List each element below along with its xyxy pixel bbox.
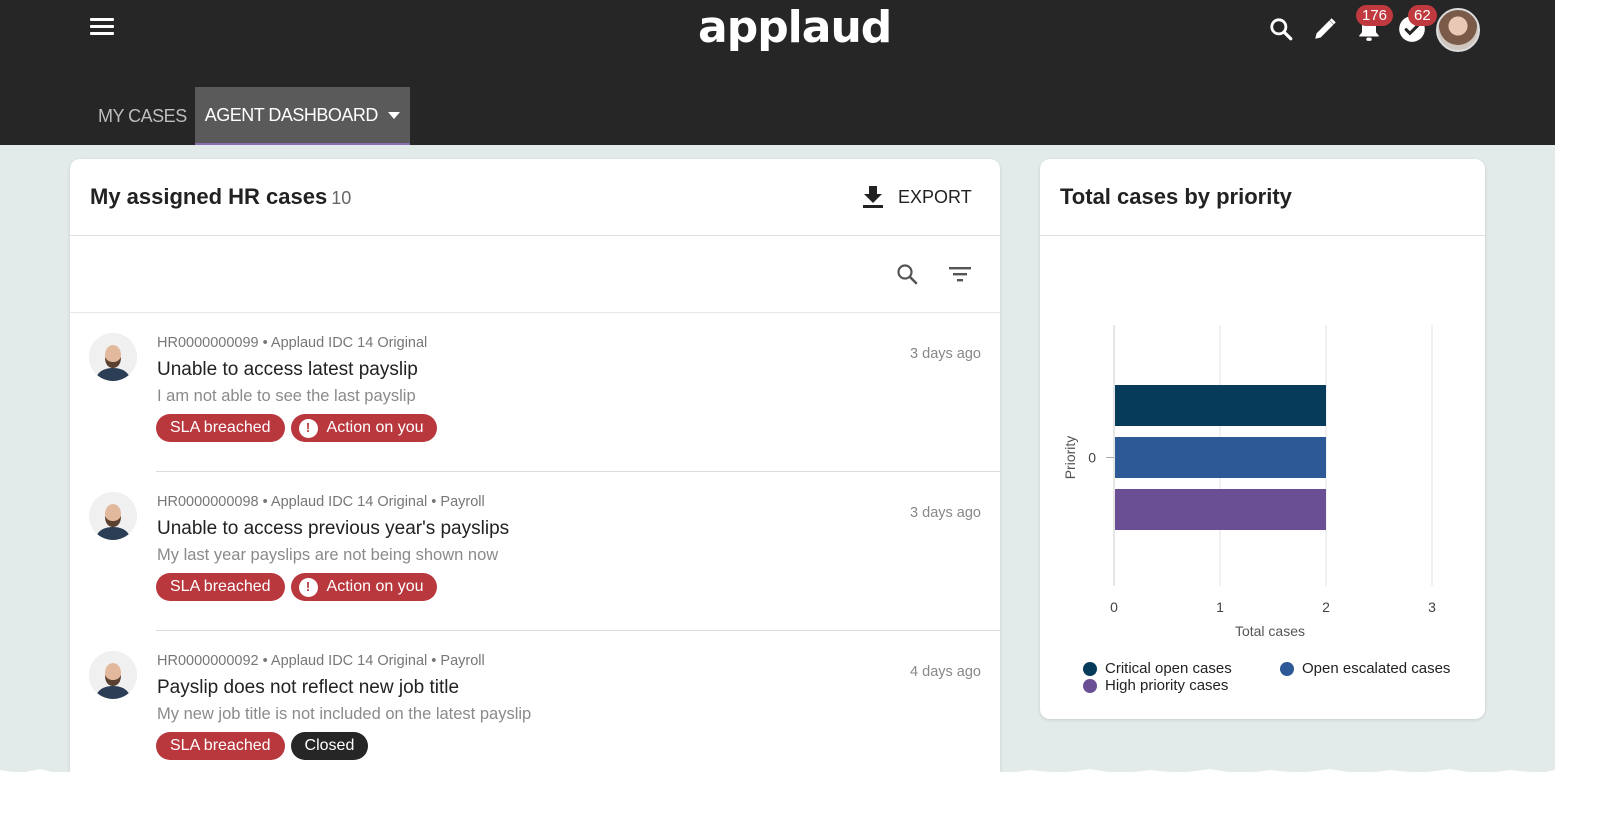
- sla-breached-label: SLA breached: [170, 737, 271, 754]
- case-meta: HR0000000098 • Applaud IDC 14 Original •…: [157, 494, 485, 510]
- tab-my-cases-label: MY CASES: [98, 105, 187, 126]
- dashboard-content: My assigned HR cases 10 EXPORT HR00000000…: [0, 145, 1555, 772]
- action-on-you-tag: ! Action on you: [290, 414, 438, 442]
- legend-swatch: [1083, 661, 1097, 676]
- cases-count: 10: [331, 188, 352, 208]
- case-row[interactable]: HR0000000099 • Applaud IDC 14 Original U…: [70, 313, 1000, 472]
- bar-open-escalated-cases: [1115, 437, 1326, 478]
- legend-item[interactable]: High priority cases: [1083, 677, 1228, 694]
- case-avatar: [89, 492, 137, 540]
- sla-breached-tag: SLA breached: [156, 732, 285, 760]
- case-avatar: [89, 651, 137, 699]
- legend-swatch: [1083, 678, 1097, 693]
- bar-high-priority-cases: [1115, 489, 1326, 530]
- case-meta: HR0000000092 • Applaud IDC 14 Original •…: [157, 653, 485, 669]
- bar-critical-open-cases: [1115, 385, 1326, 426]
- case-title[interactable]: Unable to access previous year's payslip…: [157, 518, 509, 540]
- assigned-cases-card: My assigned HR cases 10 EXPORT HR00000000…: [70, 159, 1000, 772]
- app-header: applaud 176 62 MY CASES AGENT DASHBOARD: [0, 0, 1555, 145]
- case-avatar: [89, 333, 137, 381]
- case-meta: HR0000000099 • Applaud IDC 14 Original: [157, 335, 428, 351]
- sla-breached-label: SLA breached: [170, 419, 271, 436]
- action-on-you-tag: ! Action on you: [290, 573, 438, 601]
- export-button[interactable]: EXPORT: [862, 185, 972, 209]
- legend-label: Open escalated cases: [1302, 660, 1451, 677]
- legend-label: Critical open cases: [1105, 660, 1232, 677]
- priority-chart-card: Total cases by priority 0 1 2 3 0 Total cases…: [1040, 159, 1485, 719]
- download-icon: [863, 186, 883, 208]
- notifications-badge: 176: [1356, 5, 1394, 26]
- exclamation-icon: !: [298, 577, 318, 597]
- tasks-badge: 62: [1408, 5, 1437, 26]
- case-row[interactable]: HR0000000098 • Applaud IDC 14 Original •…: [70, 472, 1000, 631]
- tab-agent-dashboard[interactable]: AGENT DASHBOARD: [194, 87, 410, 145]
- cases-card-title: My assigned HR cases 10: [90, 184, 351, 210]
- caret-down-icon: [387, 111, 400, 119]
- exclamation-icon: !: [298, 418, 318, 438]
- cases-toolbar: [70, 236, 1000, 313]
- case-time: 4 days ago: [910, 664, 981, 680]
- case-title[interactable]: Payslip does not reflect new job title: [157, 677, 459, 699]
- case-tags: SLA breached ! Action on you: [156, 414, 438, 442]
- search-icon[interactable]: [893, 260, 921, 288]
- case-description: My last year payslips are not being show…: [157, 546, 499, 564]
- cases-card-header: My assigned HR cases 10 EXPORT: [70, 159, 1000, 236]
- sla-breached-tag: SLA breached: [156, 573, 285, 601]
- hamburger-menu-icon[interactable]: [90, 18, 114, 38]
- priority-bar-chart: 0 1 2 3 0 Total cases Priority: [1062, 325, 1436, 639]
- sla-breached-label: SLA breached: [170, 578, 271, 595]
- app-logo: applaud: [698, 2, 892, 53]
- case-time: 3 days ago: [910, 346, 981, 362]
- x-tick-label: 0: [1110, 599, 1118, 615]
- case-time: 3 days ago: [910, 505, 981, 521]
- user-avatar[interactable]: [1436, 8, 1480, 52]
- chart-card-header: Total cases by priority: [1040, 159, 1485, 236]
- x-axis-label: Total cases: [1235, 623, 1305, 639]
- legend-label: High priority cases: [1105, 677, 1229, 694]
- legend-item[interactable]: Open escalated cases: [1280, 660, 1450, 677]
- y-axis-label: Priority: [1062, 436, 1078, 480]
- case-description: I am not able to see the last payslip: [157, 387, 416, 405]
- cases-card-title-text: My assigned HR cases: [90, 184, 328, 209]
- case-tags: SLA breached ! Action on you: [156, 573, 438, 601]
- case-description: My new job title is not included on the …: [157, 705, 532, 723]
- x-tick-label: 1: [1216, 599, 1224, 615]
- legend-swatch: [1280, 661, 1294, 676]
- closed-tag: Closed: [290, 732, 369, 760]
- filter-icon[interactable]: [946, 260, 974, 288]
- legend-item[interactable]: Critical open cases: [1083, 660, 1232, 677]
- tab-agent-dashboard-label: AGENT DASHBOARD: [204, 104, 379, 125]
- action-on-you-label: Action on you: [326, 578, 424, 595]
- sla-breached-tag: SLA breached: [156, 414, 285, 442]
- action-on-you-label: Action on you: [326, 419, 424, 436]
- y-tick-label: 0: [1088, 450, 1096, 466]
- nav-tabs: MY CASES AGENT DASHBOARD: [90, 87, 410, 145]
- search-icon[interactable]: [1266, 14, 1296, 44]
- export-label: EXPORT: [898, 186, 972, 207]
- x-tick-label: 3: [1428, 599, 1436, 615]
- tab-my-cases[interactable]: MY CASES: [90, 87, 195, 145]
- chart-card-title: Total cases by priority: [1060, 184, 1292, 209]
- case-row[interactable]: HR0000000092 • Applaud IDC 14 Original •…: [70, 631, 1000, 772]
- case-tags: SLA breached Closed: [156, 732, 369, 760]
- case-title[interactable]: Unable to access latest payslip: [157, 359, 418, 381]
- x-tick-label: 2: [1322, 599, 1330, 615]
- torn-edge: [0, 769, 1560, 778]
- pencil-icon[interactable]: [1310, 14, 1340, 44]
- closed-label: Closed: [304, 737, 355, 754]
